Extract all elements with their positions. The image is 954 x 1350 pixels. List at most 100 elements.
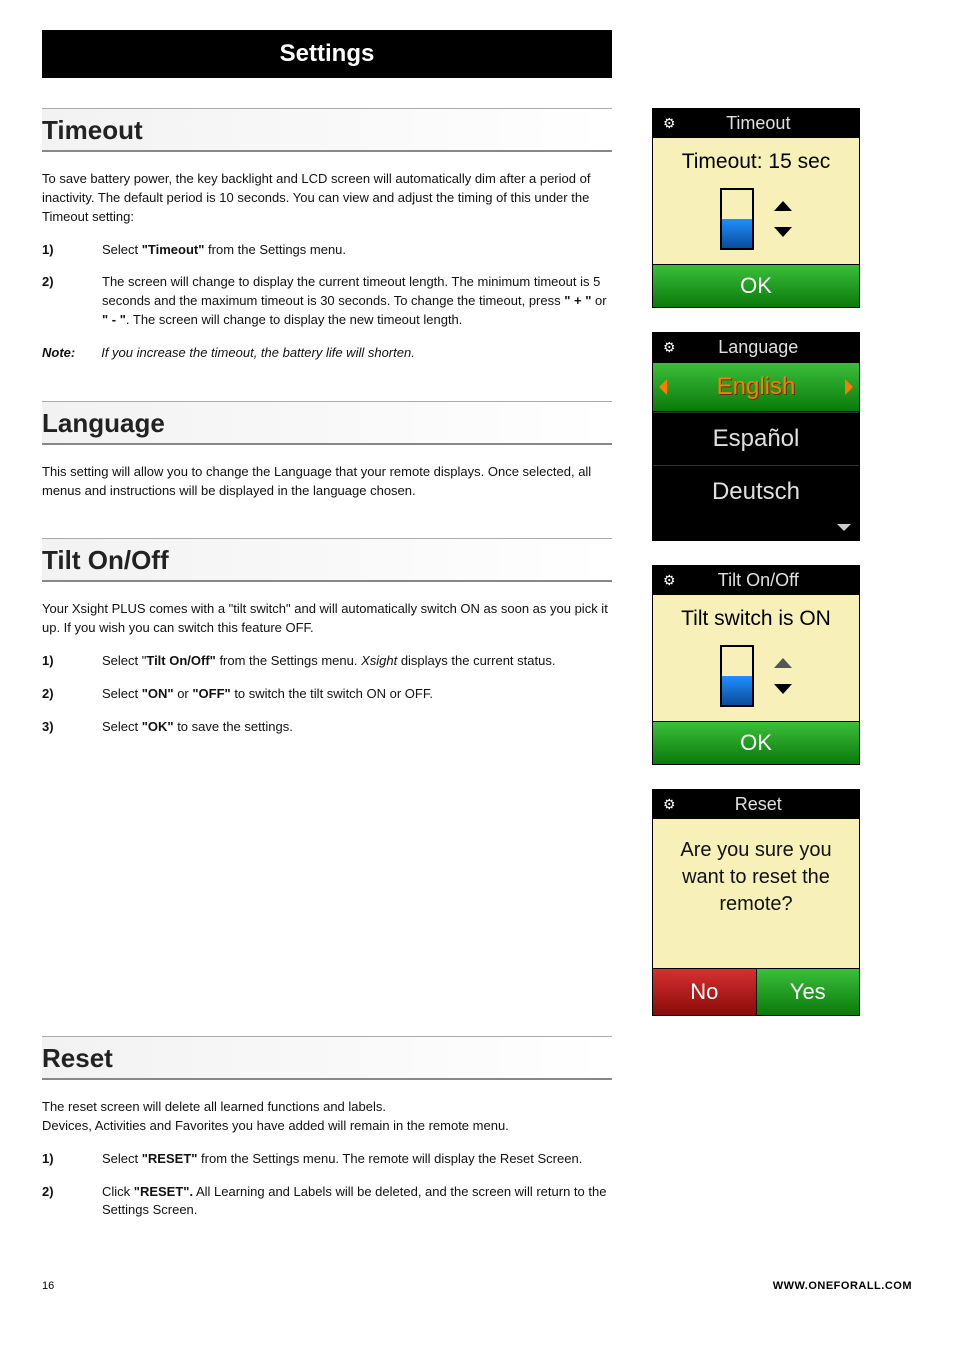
ok-button[interactable]: OK xyxy=(653,721,859,764)
text: Select xyxy=(102,686,142,701)
chevron-left-icon[interactable] xyxy=(659,379,667,395)
reset-prompt: Are you sure you want to reset the remot… xyxy=(653,819,859,968)
gear-icon: ⚙ xyxy=(663,796,676,813)
chevron-up-icon[interactable] xyxy=(774,201,792,211)
gear-icon: ⚙ xyxy=(663,572,676,589)
text: . The screen will change to display the … xyxy=(126,312,463,327)
step-text: Select "Tilt On/Off" from the Settings m… xyxy=(102,652,612,671)
step-text: Select "ON" or "OFF" to switch the tilt … xyxy=(102,685,612,704)
footer-url: WWW.ONEFORALL.COM xyxy=(773,1280,912,1292)
step-number: 1) xyxy=(42,652,62,671)
page-number: 16 xyxy=(42,1280,54,1292)
list-item: 3) Select "OK" to save the settings. xyxy=(42,718,612,737)
list-item: 1) Select "Timeout" from the Settings me… xyxy=(42,241,612,260)
gear-icon: ⚙ xyxy=(663,339,676,356)
list-item: 1) Select "Tilt On/Off" from the Setting… xyxy=(42,652,612,671)
text: "ON" xyxy=(142,686,174,701)
ok-button[interactable]: OK xyxy=(653,264,859,307)
device-timeout: ⚙ Timeout Timeout: 15 sec OK xyxy=(652,108,860,308)
step-number: 1) xyxy=(42,1150,62,1169)
device-tilt: ⚙ Tilt On/Off Tilt switch is ON OK xyxy=(652,565,860,765)
gear-icon: ⚙ xyxy=(663,115,676,132)
text: from the Settings menu. The remote will … xyxy=(197,1151,582,1166)
device-header-title: Language xyxy=(686,337,849,358)
text: "Timeout" xyxy=(142,242,205,257)
device-header: ⚙ Tilt On/Off xyxy=(653,566,859,595)
timeout-intro: To save battery power, the key backlight… xyxy=(42,170,612,227)
language-option[interactable]: Deutsch xyxy=(653,465,859,518)
timeout-value: Timeout: 15 sec xyxy=(653,138,859,182)
text: or xyxy=(591,293,606,308)
text: Select " xyxy=(102,653,146,668)
list-item: 1) Select "RESET" from the Settings menu… xyxy=(42,1150,612,1169)
reset-intro2: Devices, Activities and Favorites you ha… xyxy=(42,1117,612,1136)
no-button[interactable]: No xyxy=(653,969,757,1015)
text: " - " xyxy=(102,312,126,327)
step-number: 1) xyxy=(42,241,62,260)
list-item: 2) Click "RESET". All Learning and Label… xyxy=(42,1183,612,1221)
scroll-indicator xyxy=(653,518,859,540)
step-number: 2) xyxy=(42,685,62,704)
section-heading-language: Language xyxy=(42,401,612,445)
step-number: 2) xyxy=(42,273,62,330)
text: " + " xyxy=(564,293,591,308)
chevron-right-icon[interactable] xyxy=(845,379,853,395)
language-option[interactable]: Español xyxy=(653,412,859,465)
step-text: The screen will change to display the cu… xyxy=(102,273,612,330)
note-row: Note: If you increase the timeout, the b… xyxy=(42,344,612,363)
text: from the Settings menu. xyxy=(204,242,346,257)
text: from the Settings menu. xyxy=(216,653,361,668)
chevron-down-icon[interactable] xyxy=(774,227,792,237)
list-item: 2) The screen will change to display the… xyxy=(42,273,612,330)
note-label: Note: xyxy=(42,344,75,363)
section-heading-tilt: Tilt On/Off xyxy=(42,538,612,582)
slider xyxy=(653,182,859,264)
text: "OFF" xyxy=(192,686,230,701)
text: "OK" xyxy=(142,719,174,734)
yes-button[interactable]: Yes xyxy=(757,969,860,1015)
list-item: 2) Select "ON" or "OFF" to switch the ti… xyxy=(42,685,612,704)
language-intro: This setting will allow you to change th… xyxy=(42,463,612,501)
slider xyxy=(653,639,859,721)
text: to switch the tilt switch ON or OFF. xyxy=(231,686,433,701)
text: Xsight xyxy=(361,653,397,668)
footer: 16 WWW.ONEFORALL.COM xyxy=(42,1280,912,1292)
step-text: Select "Timeout" from the Settings menu. xyxy=(102,241,612,260)
device-header: ⚙ Language xyxy=(653,333,859,362)
step-text: Select "OK" to save the settings. xyxy=(102,718,612,737)
text: Select xyxy=(102,242,142,257)
level-bar xyxy=(720,188,754,250)
text: Select xyxy=(102,1151,142,1166)
text: Select xyxy=(102,719,142,734)
step-text: Click "RESET". All Learning and Labels w… xyxy=(102,1183,612,1221)
chevron-up-icon[interactable] xyxy=(774,658,792,668)
chevron-down-icon[interactable] xyxy=(774,684,792,694)
text: Click xyxy=(102,1184,134,1199)
section-heading-timeout: Timeout xyxy=(42,108,612,152)
tilt-status: Tilt switch is ON xyxy=(653,595,859,639)
text: to save the settings. xyxy=(174,719,293,734)
step-text: Select "RESET" from the Settings menu. T… xyxy=(102,1150,612,1169)
level-fill xyxy=(722,676,752,705)
level-fill xyxy=(722,219,752,248)
device-header-title: Tilt On/Off xyxy=(686,570,849,591)
language-selected[interactable]: English xyxy=(653,362,859,412)
device-header-title: Reset xyxy=(686,794,849,815)
device-header: ⚙ Timeout xyxy=(653,109,859,138)
language-selected-label: English xyxy=(717,373,796,400)
reset-intro1: The reset screen will delete all learned… xyxy=(42,1098,612,1117)
device-header: ⚙ Reset xyxy=(653,790,859,819)
chevron-down-icon xyxy=(837,524,851,531)
device-language: ⚙ Language English Español Deutsch xyxy=(652,332,860,541)
text: Tilt On/Off" xyxy=(146,653,215,668)
note-text: If you increase the timeout, the battery… xyxy=(101,344,415,363)
step-number: 2) xyxy=(42,1183,62,1221)
text: "RESET". xyxy=(134,1184,193,1199)
level-bar xyxy=(720,645,754,707)
step-number: 3) xyxy=(42,718,62,737)
text: displays the current status. xyxy=(397,653,555,668)
tilt-intro: Your Xsight PLUS comes with a "tilt swit… xyxy=(42,600,612,638)
device-header-title: Timeout xyxy=(686,113,849,134)
text: "RESET" xyxy=(142,1151,198,1166)
text: or xyxy=(174,686,193,701)
